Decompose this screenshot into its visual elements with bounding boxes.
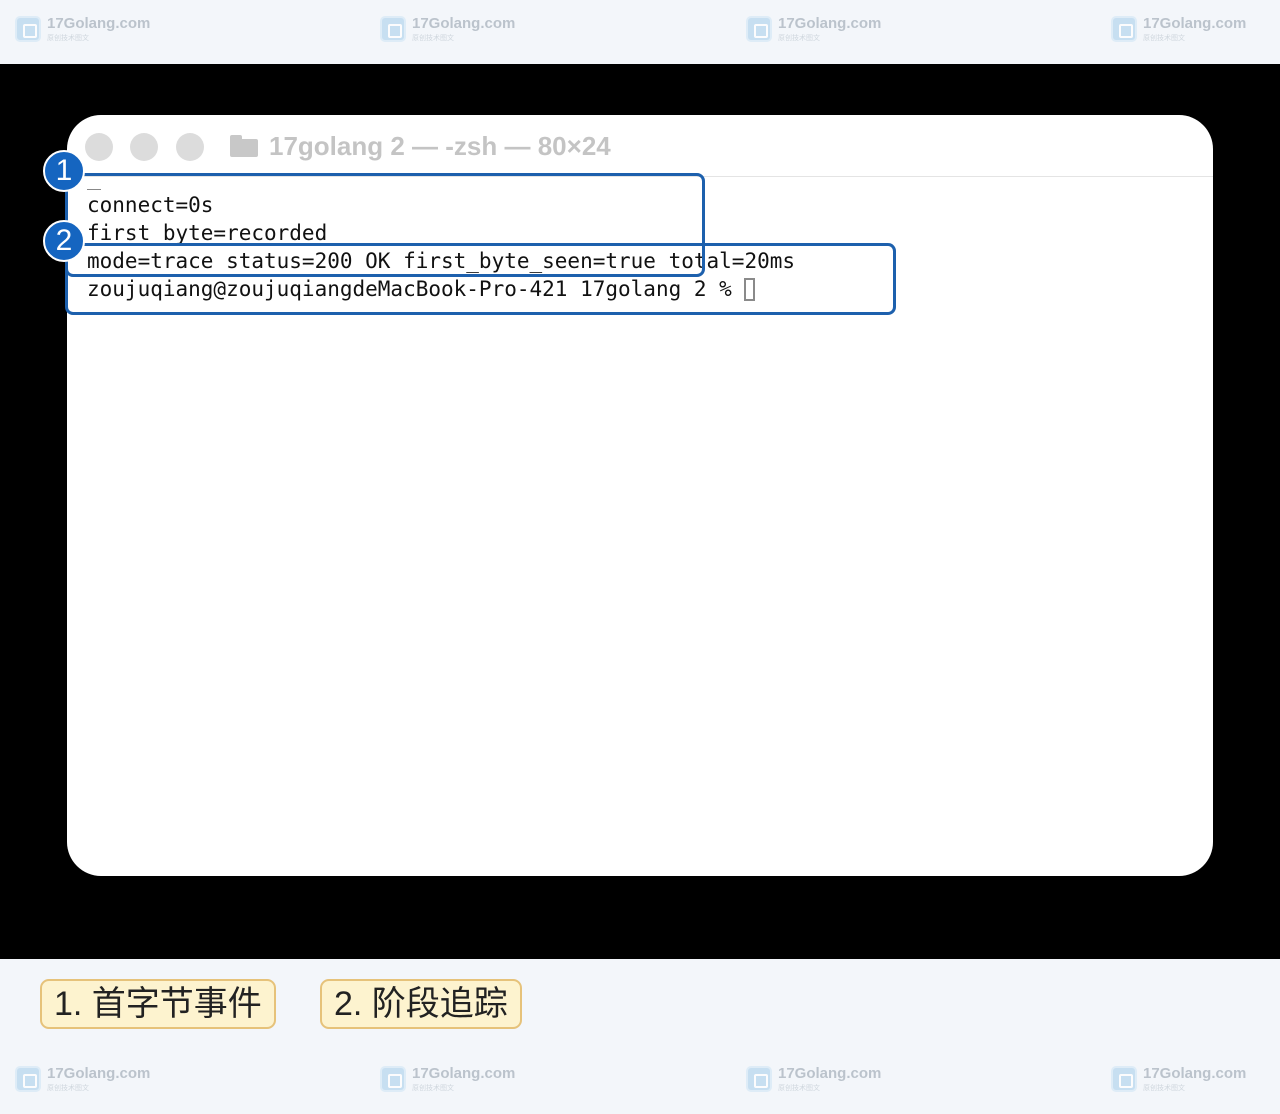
watermark-name: 17Golang.com — [1143, 1065, 1247, 1082]
callout-badge-2: 2 — [43, 220, 85, 262]
minimize-window-button[interactable] — [130, 133, 158, 161]
watermark: 17Golang.com 原创技术图文 — [1111, 16, 1246, 43]
watermark-sub: 原创技术图文 — [47, 1085, 89, 1092]
watermark-sub: 原创技术图文 — [47, 35, 89, 42]
highlight-box-trace — [65, 243, 896, 315]
watermark: 17Golang.com 原创技术图文 — [15, 1066, 150, 1093]
watermark-name: 17Golang.com — [778, 15, 882, 32]
window-title: 17golang 2 — -zsh — 80×24 — [269, 131, 611, 161]
watermark-logo-icon — [380, 1066, 406, 1092]
watermark: 17Golang.com 原创技术图文 — [746, 1066, 881, 1093]
watermark-bar-top: 17Golang.com 原创技术图文 17Golang.com 原创技术图文 17… — [0, 0, 1280, 64]
callout-badge-1: 1 — [43, 150, 85, 192]
watermark: 17Golang.com 原创技术图文 — [380, 1066, 515, 1093]
watermark-logo-icon — [1111, 1066, 1137, 1092]
watermark-sub: 原创技术图文 — [1143, 35, 1185, 42]
watermark-sub: 原创技术图文 — [412, 35, 454, 42]
watermark-name: 17Golang.com — [47, 1065, 151, 1082]
watermark-sub: 原创技术图文 — [1143, 1085, 1185, 1092]
window-titlebar[interactable]: 17golang 2 — -zsh — 80×24 — [67, 115, 1213, 177]
watermark-logo-icon — [380, 16, 406, 42]
watermark-logo-icon — [15, 1066, 41, 1092]
zoom-window-button[interactable] — [176, 133, 204, 161]
watermark-bar-bottom: 17Golang.com 原创技术图文 17Golang.com 原创技术图文 17… — [0, 1050, 1280, 1114]
watermark-logo-icon — [746, 1066, 772, 1092]
watermark-logo-icon — [1111, 16, 1137, 42]
close-window-button[interactable] — [85, 133, 113, 161]
watermark-name: 17Golang.com — [778, 1065, 882, 1082]
watermark: 17Golang.com 原创技术图文 — [15, 16, 150, 43]
folder-icon — [230, 135, 258, 157]
watermark: 17Golang.com 原创技术图文 — [1111, 1066, 1246, 1093]
watermark-name: 17Golang.com — [412, 15, 516, 32]
watermark: 17Golang.com 原创技术图文 — [380, 16, 515, 43]
legend-item-first-byte: 1. 首字节事件 — [40, 979, 276, 1029]
watermark-sub: 原创技术图文 — [778, 1085, 820, 1092]
watermark-logo-icon — [15, 16, 41, 42]
watermark: 17Golang.com 原创技术图文 — [746, 16, 881, 43]
watermark-name: 17Golang.com — [47, 15, 151, 32]
watermark-sub: 原创技术图文 — [778, 35, 820, 42]
watermark-name: 17Golang.com — [412, 1065, 516, 1082]
watermark-sub: 原创技术图文 — [412, 1085, 454, 1092]
watermark-logo-icon — [746, 16, 772, 42]
watermark-name: 17Golang.com — [1143, 15, 1247, 32]
legend-item-trace: 2. 阶段追踪 — [320, 979, 522, 1029]
